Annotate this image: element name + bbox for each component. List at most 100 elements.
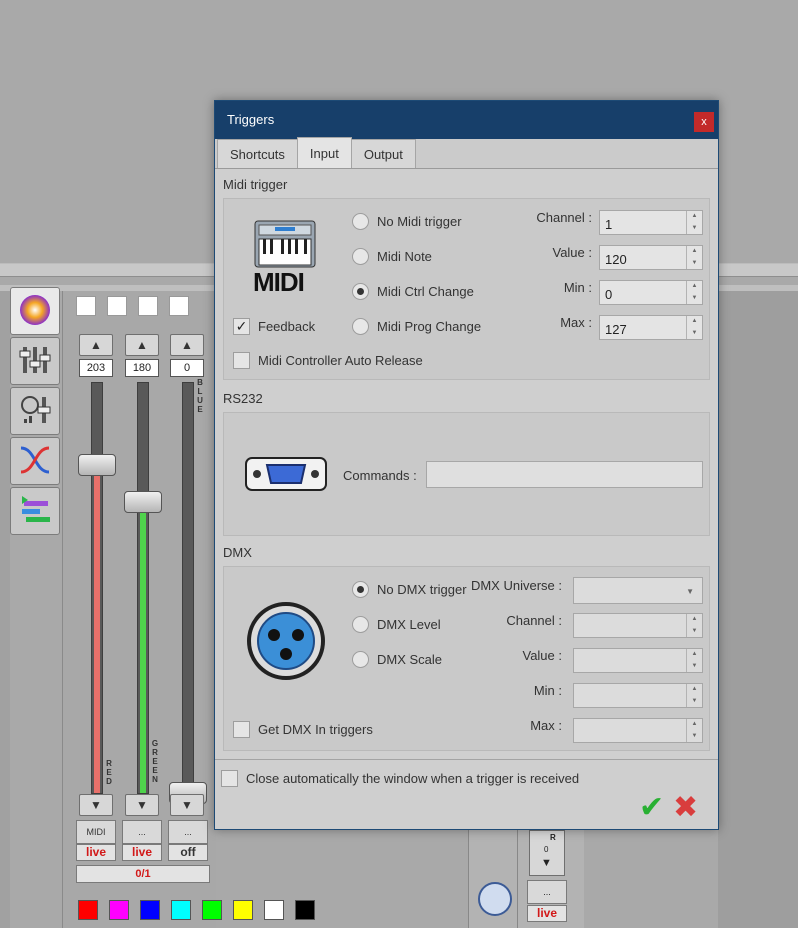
fader-value[interactable]: 180 <box>125 359 159 377</box>
fader-down-button[interactable]: ▼ <box>79 794 113 816</box>
radio-dot <box>352 616 369 633</box>
palette-color[interactable] <box>140 900 160 920</box>
fader-knob[interactable] <box>124 490 162 513</box>
midi-min-spinbox[interactable]: 0 ▲ ▼ <box>599 280 703 305</box>
right-channel-fader[interactable]: R 0 ▼ <box>529 830 565 876</box>
feedback-checkbox[interactable]: ✓ Feedback <box>233 318 315 335</box>
dialog-titlebar[interactable]: Triggers x <box>215 101 718 139</box>
midi-value-spinbox[interactable]: 120 ▲ ▼ <box>599 245 703 270</box>
footer-divider <box>215 759 718 760</box>
checkbox-box: ✓ <box>233 318 250 335</box>
channel-status[interactable]: live <box>76 844 116 861</box>
fader-channel-label: BLUE <box>197 378 203 414</box>
app-logo-icon[interactable] <box>478 882 512 916</box>
palette-color[interactable] <box>202 900 222 920</box>
midi-max-spinbox[interactable]: 127 ▲ ▼ <box>599 315 703 340</box>
preset-swatch[interactable] <box>169 296 189 316</box>
spin-up-icon: ▲ <box>691 721 698 727</box>
palette-color[interactable] <box>171 900 191 920</box>
palette-color[interactable] <box>295 900 315 920</box>
dimmer-tool-button[interactable] <box>10 387 60 435</box>
get-dmx-in-checkbox[interactable]: Get DMX In triggers <box>233 721 373 738</box>
spinbox-arrows[interactable]: ▲ ▼ <box>686 684 702 707</box>
commands-input[interactable] <box>426 461 703 488</box>
cancel-button[interactable]: ✖ <box>673 793 705 825</box>
palette-color[interactable] <box>78 900 98 920</box>
midi-channel-spinbox[interactable]: 1 ▲ ▼ <box>599 210 703 235</box>
tab-input[interactable]: Input <box>296 137 352 168</box>
channel-status[interactable]: off <box>168 844 208 861</box>
channel-more-button[interactable]: ... <box>122 820 162 844</box>
timeline-tool-button[interactable] <box>10 487 60 535</box>
channel-footer: ... off <box>168 820 208 861</box>
fader-knob[interactable] <box>78 454 116 476</box>
dmx-value-spinbox[interactable]: ▲ ▼ <box>573 648 703 673</box>
auto-release-checkbox[interactable]: Midi Controller Auto Release <box>233 352 423 369</box>
fader-value[interactable]: 203 <box>79 359 113 377</box>
fader-value[interactable]: 0 <box>170 359 204 377</box>
color-palette <box>78 900 315 920</box>
spinbox-arrows[interactable]: ▲ ▼ <box>686 246 702 269</box>
chevron-down-icon: ▼ <box>686 587 694 596</box>
spinbox-arrows[interactable]: ▲ ▼ <box>686 316 702 339</box>
channel-midi-button[interactable]: MIDI <box>76 820 116 844</box>
dmx-universe-dropdown[interactable]: ▼ <box>573 577 703 604</box>
palette-color[interactable] <box>233 900 253 920</box>
checkbox-box <box>221 770 238 787</box>
spin-down-icon: ▼ <box>691 329 698 336</box>
spinbox-arrows[interactable]: ▲ ▼ <box>686 211 702 234</box>
fader-track[interactable] <box>137 382 149 794</box>
crossfade-tool-button[interactable] <box>10 437 60 485</box>
radio-midi-note[interactable]: Midi Note <box>352 248 432 265</box>
preset-swatch[interactable] <box>138 296 158 316</box>
radio-no-midi-trigger[interactable]: No Midi trigger <box>352 213 462 230</box>
dmx-min-spinbox[interactable]: ▲ ▼ <box>573 683 703 708</box>
spinbox-arrows[interactable]: ▲ ▼ <box>686 649 702 672</box>
fader-track[interactable] <box>91 382 103 794</box>
spinbox-arrows[interactable]: ▲ ▼ <box>686 719 702 742</box>
midi-keyboard-icon: MIDI <box>251 219 319 297</box>
spinbox-value: 120 <box>605 252 627 267</box>
dmx-group: No DMX trigger DMX Level DMX Scale Get D… <box>223 566 710 751</box>
spinbox-arrows[interactable]: ▲ ▼ <box>686 281 702 304</box>
page-indicator[interactable]: 0/1 <box>76 865 210 883</box>
spin-down-icon: ▼ <box>691 662 698 669</box>
right-channel-status[interactable]: live <box>527 905 567 922</box>
fader-track[interactable] <box>182 382 194 794</box>
fader-blue: ▲ 0 BLUE ▼ <box>169 334 207 816</box>
channel-more-button[interactable]: ... <box>168 820 208 844</box>
preset-swatch[interactable] <box>107 296 127 316</box>
faders-tool-button[interactable] <box>10 337 60 385</box>
dmx-max-spinbox[interactable]: ▲ ▼ <box>573 718 703 743</box>
radio-no-dmx-trigger[interactable]: No DMX trigger <box>352 581 467 598</box>
right-channel-more-button[interactable]: ... <box>527 880 567 904</box>
ok-button[interactable]: ✔ <box>639 793 669 823</box>
xlr-connector-icon <box>246 601 326 684</box>
preset-swatch[interactable] <box>76 296 96 316</box>
crossfade-icon <box>18 443 52 480</box>
radio-label: DMX Level <box>377 617 441 632</box>
dimmer-icon <box>18 393 52 430</box>
close-automatically-checkbox[interactable]: Close automatically the window when a tr… <box>221 770 579 787</box>
color-wheel-tool-button[interactable] <box>10 287 60 335</box>
spinbox-arrows[interactable]: ▲ ▼ <box>686 614 702 637</box>
fader-down-button[interactable]: ▼ <box>170 794 204 816</box>
radio-dmx-scale[interactable]: DMX Scale <box>352 651 442 668</box>
tab-shortcuts[interactable]: Shortcuts <box>217 139 298 168</box>
channel-status[interactable]: live <box>122 844 162 861</box>
radio-midi-ctrl-change[interactable]: Midi Ctrl Change <box>352 283 474 300</box>
palette-color[interactable] <box>109 900 129 920</box>
dmx-channel-spinbox[interactable]: ▲ ▼ <box>573 613 703 638</box>
palette-color[interactable] <box>264 900 284 920</box>
radio-label: No Midi trigger <box>377 214 462 229</box>
dmx-min-label: Min : <box>533 683 562 698</box>
radio-midi-prog-change[interactable]: Midi Prog Change <box>352 318 481 335</box>
fader-up-button[interactable]: ▲ <box>79 334 113 356</box>
fader-up-button[interactable]: ▲ <box>170 334 204 356</box>
radio-dmx-level[interactable]: DMX Level <box>352 616 441 633</box>
dmx-channel-label: Channel : <box>506 613 562 628</box>
fader-down-button[interactable]: ▼ <box>125 794 159 816</box>
close-button[interactable]: x <box>694 112 714 132</box>
tab-output[interactable]: Output <box>350 139 416 168</box>
fader-up-button[interactable]: ▲ <box>125 334 159 356</box>
